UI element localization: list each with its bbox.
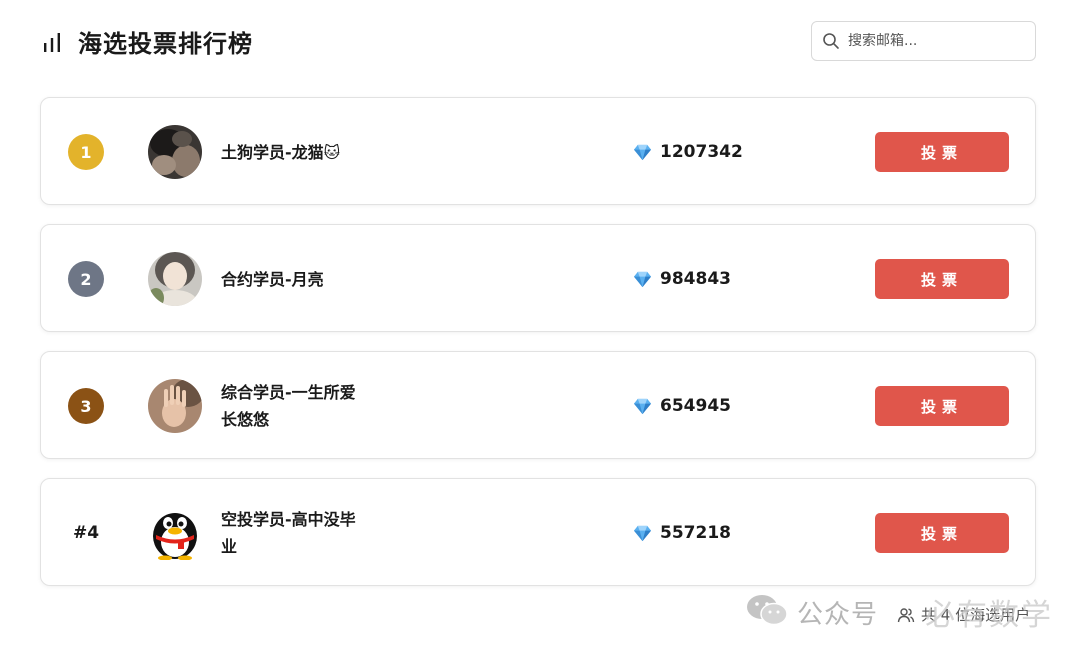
users-icon [897, 607, 915, 622]
vote-button[interactable]: 投票 [875, 386, 1009, 426]
entry-name: 合约学员-月亮 [221, 269, 324, 289]
page-title: 海选投票排行榜 [78, 30, 253, 58]
watermark-text: 公众号 [797, 600, 879, 630]
diamond-icon [633, 398, 652, 414]
search-input[interactable] [848, 33, 1018, 49]
penguin-icon [153, 513, 197, 561]
search-box[interactable] [811, 21, 1036, 61]
score-value: 557218 [660, 523, 731, 543]
diamond-icon [633, 144, 652, 160]
score-value: 984843 [660, 269, 731, 289]
ranking-card: 2 合约学员-月亮 984843 投票 [40, 224, 1036, 332]
ranking-card: 1 土狗学员-龙猫🐱 1207342 投票 [40, 97, 1036, 205]
ranking-card: #4 空投学员-高中没毕业 557218 投票 [40, 478, 1036, 586]
entry-name: 空投学员-高中没毕业 [221, 510, 356, 556]
avatar [148, 506, 202, 561]
wechat-icon [747, 595, 788, 626]
score: 654945 [633, 352, 731, 460]
ranking-list: 1 土狗学员-龙猫🐱 1207342 投票 2 合约学员-月亮 984843 投… [40, 97, 1036, 605]
avatar [148, 125, 202, 179]
entry-name: 综合学员-一生所爱长悠悠 [221, 383, 356, 429]
score: 1207342 [633, 98, 743, 206]
vote-button[interactable]: 投票 [875, 513, 1009, 553]
rank-label: #4 [72, 523, 100, 543]
score: 557218 [633, 479, 731, 587]
watermark-brand: 必有数学 [925, 598, 1053, 633]
diamond-icon [633, 271, 652, 287]
header: 海选投票排行榜 [40, 20, 1036, 62]
avatar [148, 252, 202, 306]
vote-button[interactable]: 投票 [875, 259, 1009, 299]
score-value: 654945 [660, 396, 731, 416]
ranking-card: 3 综合学员-一生所爱长悠悠 654945 投票 [40, 351, 1036, 459]
title-wrap: 海选投票排行榜 [40, 24, 253, 59]
search-icon [823, 33, 839, 49]
score-value: 1207342 [660, 142, 743, 162]
rank-badge: 2 [68, 261, 104, 297]
rank-badge: 1 [68, 134, 104, 170]
diamond-icon [633, 525, 652, 541]
avatar [148, 379, 202, 433]
vote-button[interactable]: 投票 [875, 132, 1009, 172]
bar-chart-icon [44, 32, 60, 52]
entry-name: 土狗学员-龙猫🐱 [221, 142, 341, 162]
rank-badge: 3 [68, 388, 104, 424]
score: 984843 [633, 225, 731, 333]
footer: 公众号 共 4 位海选用户 必有数学 [745, 590, 1065, 633]
